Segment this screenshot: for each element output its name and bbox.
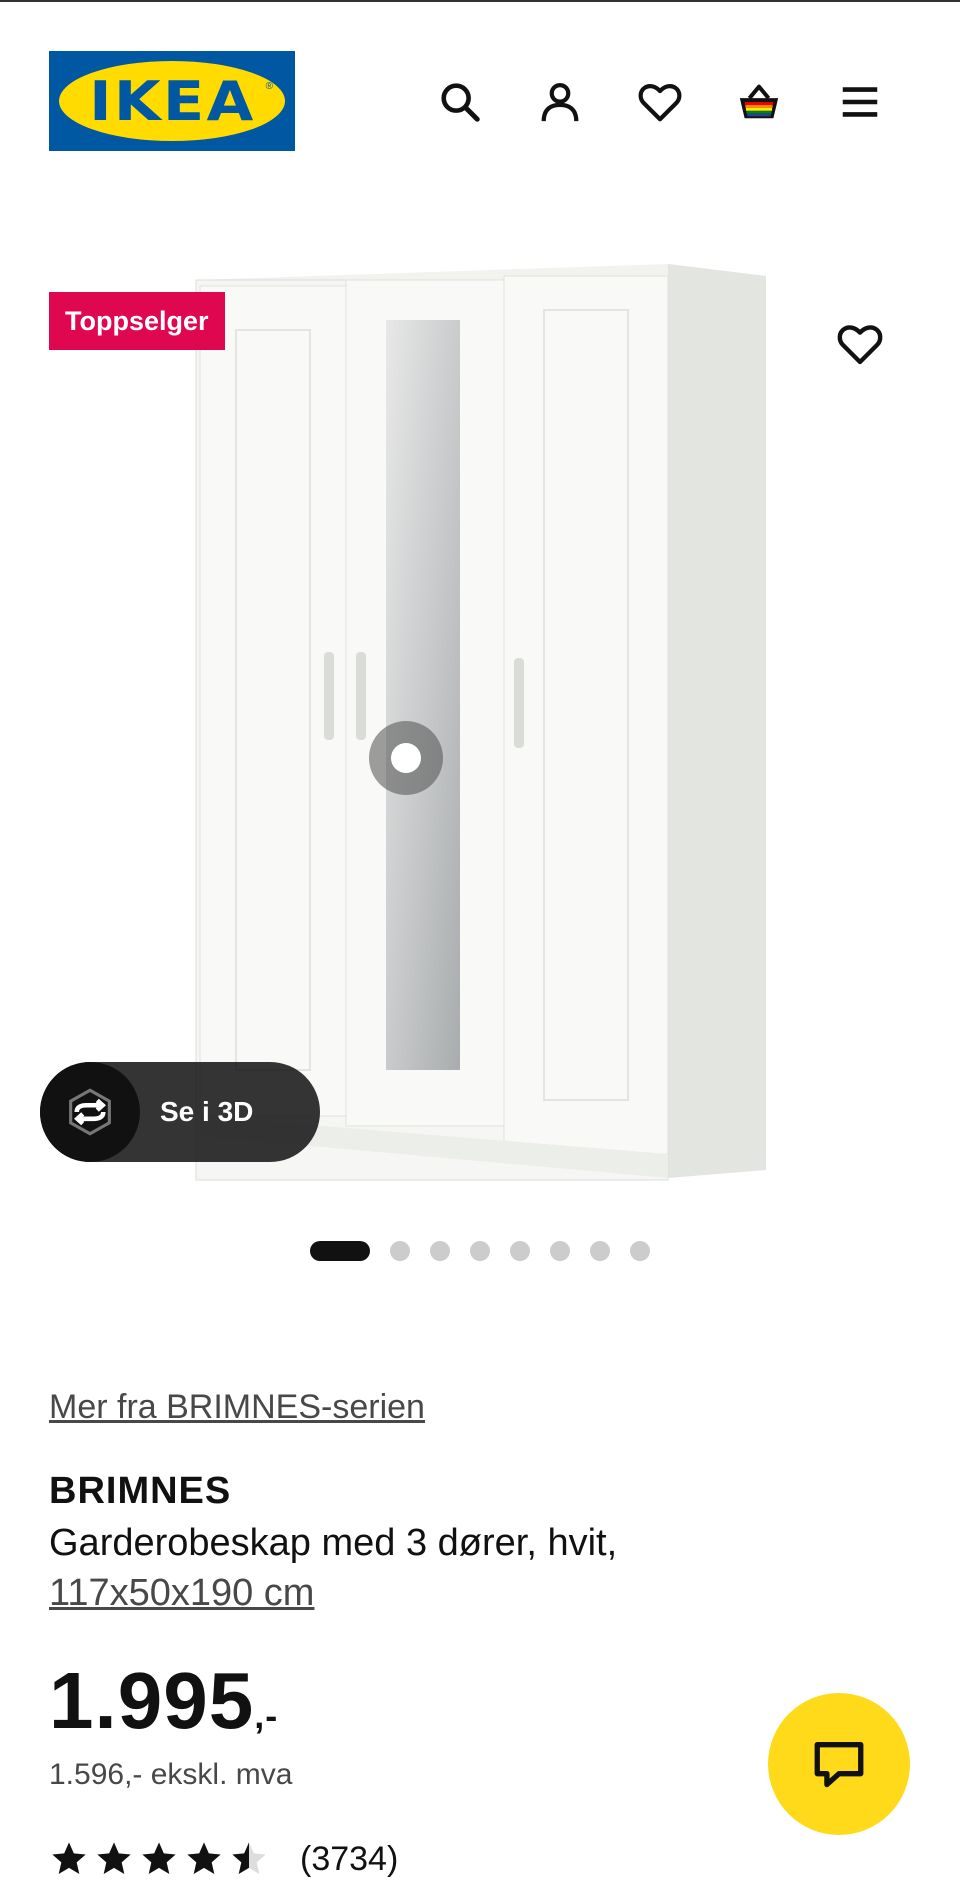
top-border [0, 0, 960, 2]
menu-icon[interactable] [830, 72, 890, 132]
image-carousel-indicator[interactable] [310, 1241, 650, 1261]
carousel-dot[interactable] [470, 1241, 490, 1261]
heart-icon[interactable] [630, 72, 690, 132]
carousel-dot[interactable] [630, 1241, 650, 1261]
add-to-favourites-button[interactable] [830, 314, 890, 374]
logo-oval: IKEA ® [59, 61, 285, 141]
half-star-icon [232, 1842, 266, 1874]
chat-icon [814, 1742, 864, 1788]
logo-text: IKEA [88, 69, 256, 133]
account-icon[interactable] [530, 72, 590, 132]
hotspot-dot [391, 743, 421, 773]
star-icon [187, 1842, 221, 1874]
price-suffix: ,- [254, 1695, 279, 1736]
carousel-dot[interactable] [390, 1241, 410, 1261]
carousel-dot[interactable] [430, 1241, 450, 1261]
product-dimensions-link[interactable]: 117x50x190 cm [49, 1572, 314, 1614]
star-icon [142, 1842, 176, 1874]
carousel-dot[interactable] [590, 1241, 610, 1261]
product-hotspot[interactable] [369, 721, 443, 795]
product-price: 1.995,- [49, 1655, 278, 1747]
chat-button[interactable] [768, 1693, 910, 1835]
view-in-3d-button[interactable]: Se i 3D [40, 1062, 320, 1162]
view-in-3d-label: Se i 3D [160, 1096, 254, 1127]
3d-rotate-icon [40, 1062, 140, 1162]
star-icon [97, 1842, 131, 1874]
price-integer: 1.995 [49, 1656, 255, 1745]
logo-registered-mark: ® [265, 81, 273, 92]
wardrobe-illustration [195, 264, 766, 1181]
price-excluding-vat: 1.596,- ekskl. mva [49, 1758, 293, 1791]
product-description-text: Garderobeskap med 3 dører, hvit, [49, 1522, 618, 1564]
search-icon[interactable] [430, 72, 490, 132]
bestseller-badge: Toppselger [49, 292, 225, 350]
product-description: Garderobeskap med 3 dører, hvit, 117x50x… [49, 1518, 769, 1618]
product-name: BRIMNES [49, 1470, 232, 1512]
star-icon [52, 1842, 86, 1874]
carousel-dot[interactable] [550, 1241, 570, 1261]
carousel-dot[interactable] [510, 1241, 530, 1261]
basket-icon[interactable] [729, 72, 789, 132]
ikea-logo[interactable]: IKEA ® [49, 51, 295, 151]
product-image[interactable] [0, 230, 960, 1200]
series-link[interactable]: Mer fra BRIMNES-serien [49, 1388, 425, 1427]
product-rating[interactable]: (3734) [49, 1839, 398, 1879]
heart-icon [837, 325, 883, 365]
carousel-dot-active[interactable] [310, 1241, 370, 1261]
review-count[interactable]: (3734) [300, 1840, 398, 1879]
